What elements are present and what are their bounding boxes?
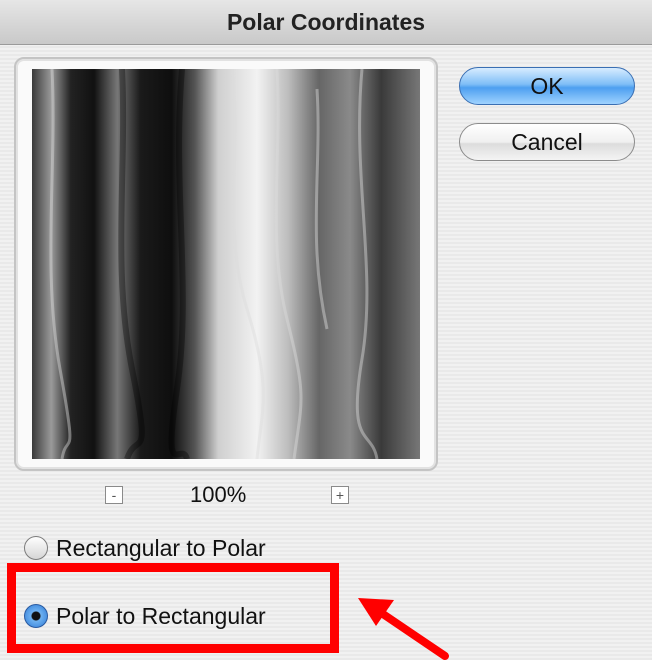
cancel-button[interactable]: Cancel [459,123,635,161]
preview-image [32,69,420,459]
title-bar: Polar Coordinates [0,0,652,45]
minus-icon: - [111,487,117,503]
dialog-title: Polar Coordinates [226,8,426,35]
zoom-level: 100% [190,482,247,507]
polar-coordinates-dialog: Polar Coordinates - 100% + OK Cancel Rec… [0,0,652,660]
radio-button[interactable] [24,536,48,560]
zoom-out-button[interactable]: - [105,486,123,504]
zoom-controls: - 100% + [0,482,450,512]
filter-preview[interactable] [32,69,420,459]
ok-button[interactable]: OK [459,67,635,105]
arrow-icon [358,598,449,660]
option-rectangular-to-polar[interactable]: Rectangular to Polar [24,530,266,566]
zoom-in-button[interactable]: + [331,486,349,504]
plus-icon: + [335,487,345,503]
annotation-highlight-box [7,563,339,653]
preview-frame [14,57,438,471]
option-label: Rectangular to Polar [56,534,266,561]
